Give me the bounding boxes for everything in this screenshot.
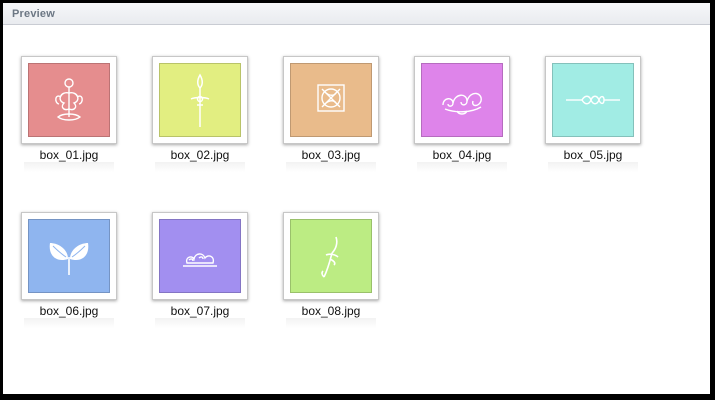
thumbnail-filename: box_07.jpg — [170, 304, 230, 318]
thumbnail-box-06[interactable]: box_06.jpg — [21, 212, 121, 330]
thumbnail-reflection — [24, 162, 114, 172]
thumbnail-frame — [283, 212, 379, 300]
thumbnail-frame — [152, 212, 248, 300]
thumbnail-box-01[interactable]: box_01.jpg — [21, 56, 121, 174]
thumbnail-image — [159, 219, 241, 293]
thumbnail-box-08[interactable]: box_08.jpg — [283, 212, 383, 330]
thumbnail-frame — [21, 56, 117, 144]
preview-header: Preview — [3, 3, 710, 25]
leaves-icon — [49, 243, 89, 275]
thumbnail-frame — [414, 56, 510, 144]
preview-panel: Preview box_01.jpg box_02.jpg box_03.jpg… — [3, 3, 710, 394]
thumbnail-image — [28, 63, 110, 137]
thumbnail-frame — [283, 56, 379, 144]
thumbnail-reflection — [155, 318, 245, 328]
thumbnail-reflection — [417, 162, 507, 172]
thumbnail-box-04[interactable]: box_04.jpg — [414, 56, 514, 174]
thumbnail-filename: box_01.jpg — [39, 148, 99, 162]
thumbnail-reflection — [155, 162, 245, 172]
rope-divider-icon — [566, 95, 620, 105]
thumbnail-image — [421, 63, 503, 137]
thumbnail-frame — [21, 212, 117, 300]
thumbnail-reflection — [548, 162, 638, 172]
thumbnail-image — [290, 219, 372, 293]
thumbnail-image — [290, 63, 372, 137]
thumbnail-image — [28, 219, 110, 293]
thumbnail-filename: box_03.jpg — [301, 148, 361, 162]
thumbnail-box-02[interactable]: box_02.jpg — [152, 56, 252, 174]
preview-title: Preview — [12, 8, 55, 20]
swirl-ornament-icon — [442, 92, 482, 115]
thumbnail-reflection — [24, 318, 114, 328]
thumbnail-image — [552, 63, 634, 137]
thumbnail-frame — [545, 56, 641, 144]
cloud-ornament-icon — [183, 253, 217, 267]
thumbnail-filename: box_06.jpg — [39, 304, 99, 318]
thumbnail-filename: box_04.jpg — [432, 148, 492, 162]
thumbnail-image — [159, 63, 241, 137]
square-knot-ornament-icon — [317, 84, 345, 112]
thumbnail-frame — [152, 56, 248, 144]
sword-ornament-icon — [190, 73, 210, 127]
thumbnail-filename: box_02.jpg — [170, 148, 230, 162]
thumbnail-box-05[interactable]: box_05.jpg — [545, 56, 645, 174]
fleur-ornament-icon — [55, 78, 83, 121]
thumbnail-filename: box_05.jpg — [563, 148, 623, 162]
thumbnail-filename: box_08.jpg — [301, 304, 361, 318]
dagger-ornament-icon — [321, 236, 339, 278]
thumbnail-reflection — [286, 318, 376, 328]
thumbnail-reflection — [286, 162, 376, 172]
thumbnail-box-03[interactable]: box_03.jpg — [283, 56, 383, 174]
thumbnail-box-07[interactable]: box_07.jpg — [152, 212, 252, 330]
